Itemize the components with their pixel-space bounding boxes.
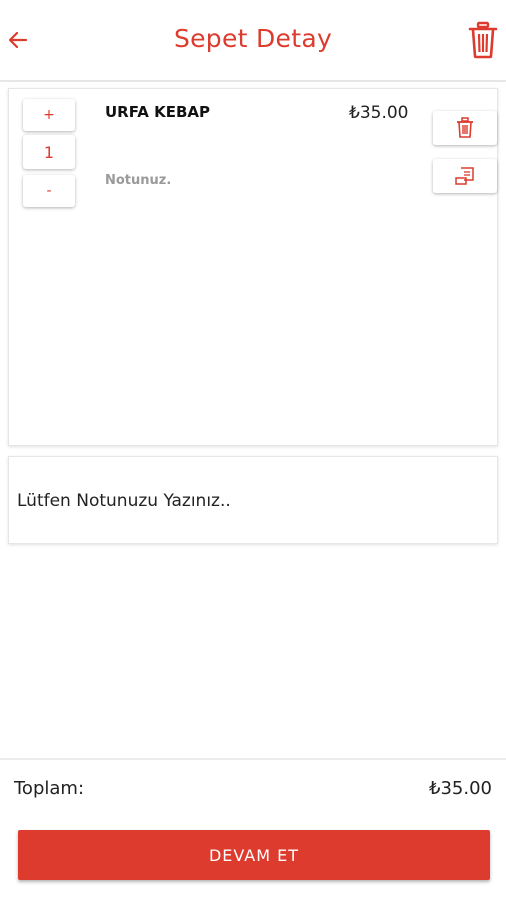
app-header: Sepet Detay <box>0 0 506 82</box>
page-title: Sepet Detay <box>173 24 333 53</box>
continue-button[interactable]: DEVAM ET <box>18 830 490 880</box>
order-note-box <box>8 456 498 544</box>
total-value: ₺35.00 <box>429 778 492 799</box>
order-note-input[interactable] <box>17 485 487 517</box>
trash-icon <box>457 117 473 138</box>
increment-button[interactable]: + <box>23 99 75 131</box>
delete-item-button[interactable] <box>433 111 497 145</box>
decrement-button[interactable]: - <box>23 175 75 207</box>
cart-item-list: + 1 - URFA KEBAP Notunuz. ₺35.00 <box>8 88 498 446</box>
trash-icon <box>468 21 498 59</box>
clear-cart-button[interactable] <box>466 20 500 60</box>
edit-note-button[interactable] <box>433 159 497 193</box>
quantity-value: 1 <box>23 135 75 169</box>
item-name: URFA KEBAP <box>105 103 210 121</box>
note-edit-icon <box>455 167 474 185</box>
footer-divider <box>0 758 506 760</box>
item-note-label: Notunuz. <box>105 173 172 188</box>
item-price: ₺35.00 <box>349 103 409 123</box>
total-label: Toplam: <box>14 778 85 799</box>
